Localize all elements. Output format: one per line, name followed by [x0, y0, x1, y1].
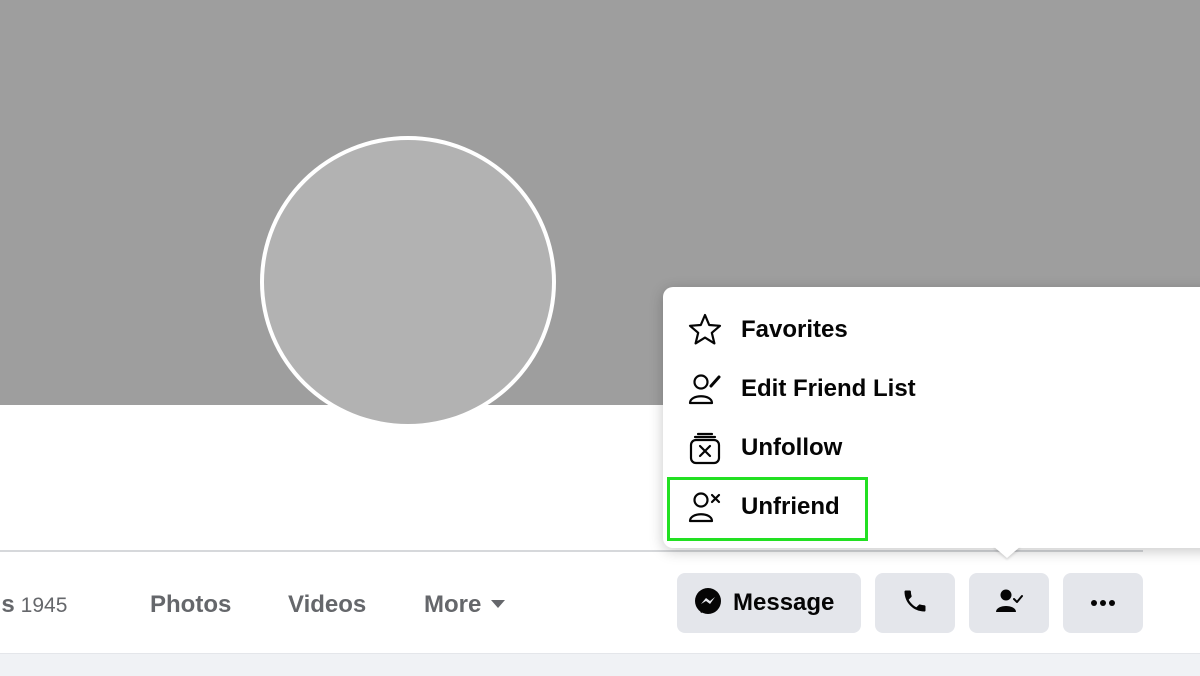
tab-friends-label: nds: [0, 591, 15, 618]
tab-more[interactable]: More: [424, 585, 506, 625]
phone-icon: [901, 587, 929, 620]
menu-item-favorites[interactable]: Favorites: [667, 302, 1197, 358]
ellipsis-icon: [1090, 594, 1116, 612]
highlight-box: [667, 477, 868, 541]
menu-item-label: Favorites: [741, 316, 848, 343]
caret-down-icon: [491, 600, 506, 608]
profile-picture[interactable]: [260, 136, 556, 428]
star-icon: [685, 310, 725, 350]
tab-photos-label: Photos: [150, 591, 232, 618]
message-button-label: Message: [733, 589, 835, 616]
menu-item-unfollow[interactable]: Unfollow: [667, 420, 1197, 476]
tab-photos[interactable]: Photos: [150, 585, 231, 625]
friends-count: 1945: [20, 594, 68, 617]
menu-item-edit-friend-list[interactable]: Edit Friend List: [667, 361, 1197, 417]
menu-item-label: Unfollow: [741, 434, 843, 461]
page-bottom-band: [0, 653, 1200, 676]
tab-videos-label: Videos: [288, 591, 367, 618]
friends-check-icon: [994, 586, 1024, 621]
messenger-icon: [693, 586, 723, 621]
unfollow-icon: [685, 428, 725, 468]
tab-friends[interactable]: nds 1945: [0, 585, 67, 625]
menu-pointer: [993, 546, 1021, 558]
person-edit-icon: [685, 369, 725, 409]
tab-videos[interactable]: Videos: [288, 585, 366, 625]
friends-status-button[interactable]: [969, 573, 1049, 633]
call-button[interactable]: [875, 573, 955, 633]
message-button[interactable]: Message: [677, 573, 861, 633]
more-options-button[interactable]: [1063, 573, 1143, 633]
menu-item-label: Edit Friend List: [741, 375, 916, 402]
tab-more-label: More: [424, 591, 482, 618]
divider: [0, 550, 1143, 552]
